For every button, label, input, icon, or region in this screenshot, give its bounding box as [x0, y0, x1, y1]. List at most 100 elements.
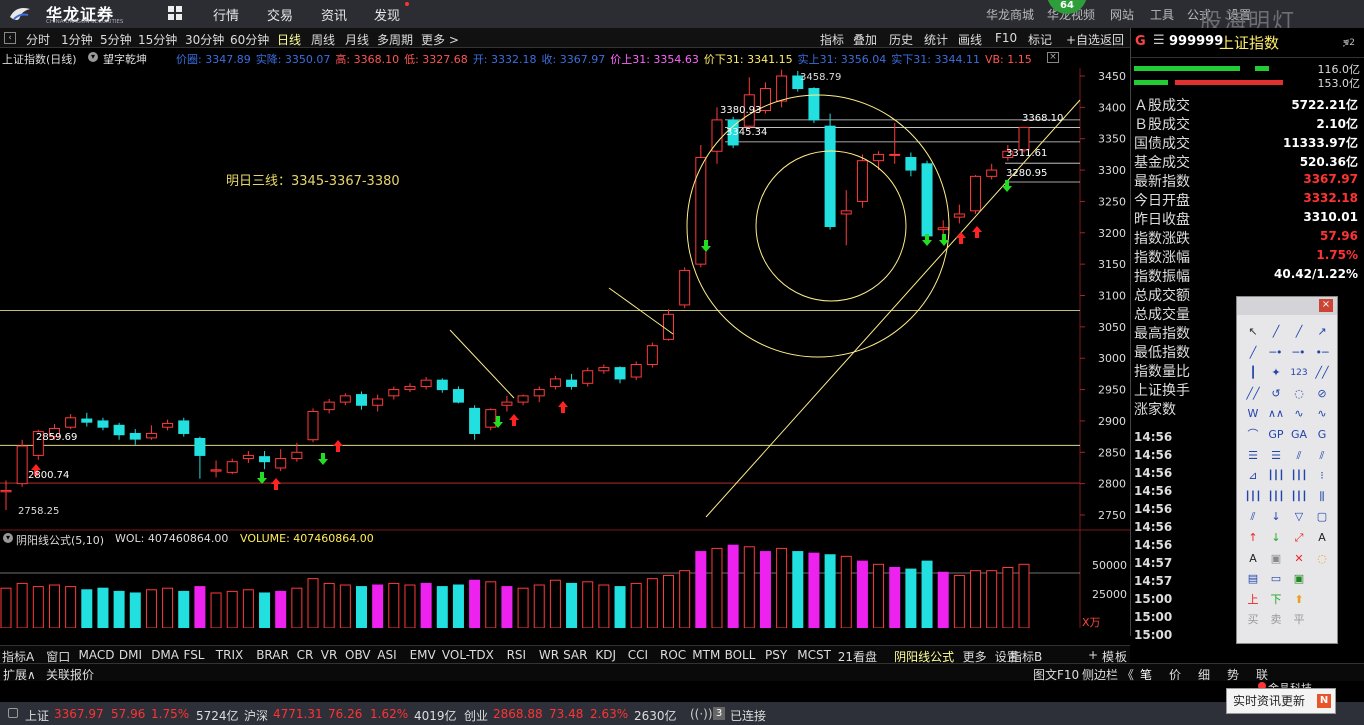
indicator-tab-11[interactable]: ASI [377, 648, 396, 662]
draw-tool-icon[interactable]: ┃┃┃ [1266, 488, 1286, 506]
draw-tool-icon[interactable]: ◌ [1312, 550, 1332, 568]
draw-tool-icon[interactable]: •─ [1312, 344, 1332, 362]
draw-tool-icon[interactable]: ┃┃┃ [1266, 467, 1286, 485]
toolbar-button-3[interactable]: 统计 [924, 31, 948, 48]
indicator-tab-4[interactable]: DMA [151, 648, 179, 662]
draw-tool-icon[interactable]: ↓ [1266, 529, 1286, 547]
draw-tool-icon[interactable]: ↺ [1266, 385, 1286, 403]
toolbar-button-8[interactable]: 返回 [1100, 31, 1124, 48]
toolbar-button-4[interactable]: 画线 [958, 31, 982, 48]
draw-tool-icon[interactable]: ↓ [1266, 508, 1286, 526]
side-tab-3[interactable]: 势 [1227, 666, 1239, 683]
draw-tool-icon[interactable]: ╱╱ [1243, 385, 1263, 403]
indicator-tab-21[interactable]: BOLL [725, 648, 756, 662]
period-tab-1[interactable]: 1分钟 [61, 31, 93, 48]
draw-tool-icon[interactable]: ∿ [1289, 405, 1309, 423]
draw-tool-icon[interactable]: ☰ [1243, 447, 1263, 465]
draw-tool-icon[interactable]: A [1312, 529, 1332, 547]
draw-tool-icon[interactable]: ┃┃┃ [1289, 488, 1309, 506]
draw-tool-icon[interactable]: GP [1266, 426, 1286, 444]
draw-tool-icon[interactable]: ⤢ [1289, 529, 1309, 547]
dropdown-icon[interactable]: ▾ [88, 52, 98, 62]
indicator-tab-13[interactable]: VOL-TDX [442, 648, 494, 662]
draw-tool-icon[interactable]: 卖 [1266, 611, 1286, 629]
draw-tool-icon[interactable]: ▣ [1289, 570, 1309, 588]
draw-tool-icon[interactable]: ╱ [1243, 344, 1263, 362]
f10-button[interactable]: 图文F10 [1033, 666, 1079, 683]
draw-tool-icon[interactable]: ⫽ [1312, 447, 1332, 465]
draw-tool-icon[interactable]: ⌒ [1243, 426, 1263, 444]
draw-tool-icon[interactable]: ╱╱ [1312, 364, 1332, 382]
draw-tool-icon[interactable]: ┃ [1243, 364, 1263, 382]
draw-tool-icon[interactable]: ▣ [1266, 550, 1286, 568]
indicator-tab-20[interactable]: MTM [692, 648, 720, 662]
side-tab-0[interactable]: 笔 [1140, 666, 1152, 683]
draw-tool-icon[interactable]: ▢ [1312, 508, 1332, 526]
side-tab-1[interactable]: 价 [1169, 666, 1181, 683]
draw-tool-icon[interactable]: ✦ [1266, 364, 1286, 382]
draw-tool-icon[interactable]: A [1243, 550, 1263, 568]
indicator-tab-7[interactable]: BRAR [256, 648, 289, 662]
toolbar-button-5[interactable]: F10 [995, 31, 1017, 45]
vol-dropdown-icon[interactable]: ▾ [3, 533, 13, 543]
side-tab-2[interactable]: 细 [1198, 666, 1210, 683]
draw-tool-icon[interactable]: ⫼ [1312, 488, 1332, 506]
indicator-tab-10[interactable]: OBV [345, 648, 371, 662]
draw-tool-icon[interactable]: ┃┃┃ [1289, 467, 1309, 485]
period-tab-9[interactable]: 多周期 [377, 31, 413, 48]
indicator-tab-19[interactable]: ROC [660, 648, 686, 662]
add-indicator-button[interactable]: + [1088, 648, 1098, 662]
draw-tool-icon[interactable]: ∧∧ [1266, 405, 1286, 423]
draw-tool-icon[interactable] [1312, 591, 1332, 609]
draw-tool-icon[interactable]: ╱ [1266, 323, 1286, 341]
menu-jiaoyi[interactable]: 交易 [267, 5, 293, 24]
indicator-tab-18[interactable]: CCI [628, 648, 648, 662]
status-menu-icon[interactable] [8, 708, 18, 718]
period-tab-0[interactable]: 分时 [26, 31, 50, 48]
period-tab-5[interactable]: 60分钟 [230, 31, 269, 48]
draw-tool-icon[interactable]: ⬆ [1289, 591, 1309, 609]
draw-tool-icon[interactable]: 123 [1289, 364, 1309, 382]
indicator-close-icon[interactable]: × [1047, 52, 1059, 63]
indicator-tab-17[interactable]: KDJ [595, 648, 616, 662]
period-tab-2[interactable]: 5分钟 [100, 31, 132, 48]
draw-tool-icon[interactable]: ⫽ [1289, 447, 1309, 465]
indicator-tab-12[interactable]: EMV [410, 648, 436, 662]
draw-tool-icon[interactable]: G [1312, 426, 1332, 444]
menu-faxian[interactable]: 发现 [374, 5, 400, 24]
toolbar-button-7[interactable]: +自选 [1066, 31, 1100, 48]
menu-tools[interactable]: 工具 [1150, 6, 1174, 23]
toolbar-button-1[interactable]: 叠加 [853, 31, 877, 48]
toolbar-button-6[interactable]: 标记 [1028, 31, 1052, 48]
indicator-tab-22[interactable]: PSY [765, 648, 787, 662]
apps-grid-icon[interactable] [167, 5, 183, 21]
indicator-tab-2[interactable]: MACD [79, 648, 115, 662]
draw-tool-icon[interactable]: ↖ [1243, 323, 1263, 341]
side-tab-4[interactable]: 联 [1256, 666, 1268, 683]
draw-tool-icon[interactable]: ⊘ [1312, 385, 1332, 403]
menu-icon[interactable]: ☰ [1153, 33, 1165, 48]
draw-tool-icon[interactable]: ⊿ [1243, 467, 1263, 485]
draw-tool-icon[interactable]: ✕ [1289, 550, 1309, 568]
draw-tool-icon[interactable]: 平 [1289, 611, 1309, 629]
draw-tool-icon[interactable]: ◌ [1289, 385, 1309, 403]
menu-hangqing[interactable]: 行情 [213, 5, 239, 24]
period-tab-7[interactable]: 周线 [311, 31, 335, 48]
period-tab-6[interactable]: 日线 [277, 31, 301, 48]
indicator-tab-15[interactable]: WR [539, 648, 559, 662]
news-update-toast[interactable]: 实时资讯更新 N [1226, 688, 1336, 714]
toolbar-button-2[interactable]: 历史 [889, 31, 913, 48]
draw-tool-icon[interactable] [1312, 611, 1332, 629]
related-quote-button[interactable]: 关联报价 [46, 666, 94, 683]
menu-website[interactable]: 网站 [1110, 6, 1134, 23]
indicator-tab-23[interactable]: MCST [797, 648, 831, 662]
menu-zixun[interactable]: 资讯 [321, 5, 347, 24]
draw-tool-icon[interactable]: ▤ [1243, 570, 1263, 588]
draw-tool-icon[interactable]: ☰ [1266, 447, 1286, 465]
indicator-tab-3[interactable]: DMI [119, 648, 142, 662]
draw-tool-icon[interactable]: ⫽ [1243, 508, 1263, 526]
draw-tool-icon[interactable]: ∿ [1312, 405, 1332, 423]
expand-button[interactable]: 扩展∧ [3, 666, 36, 683]
indicator-tab-8[interactable]: CR [297, 648, 314, 662]
draw-tool-icon[interactable]: ┃┃┃ [1243, 488, 1263, 506]
